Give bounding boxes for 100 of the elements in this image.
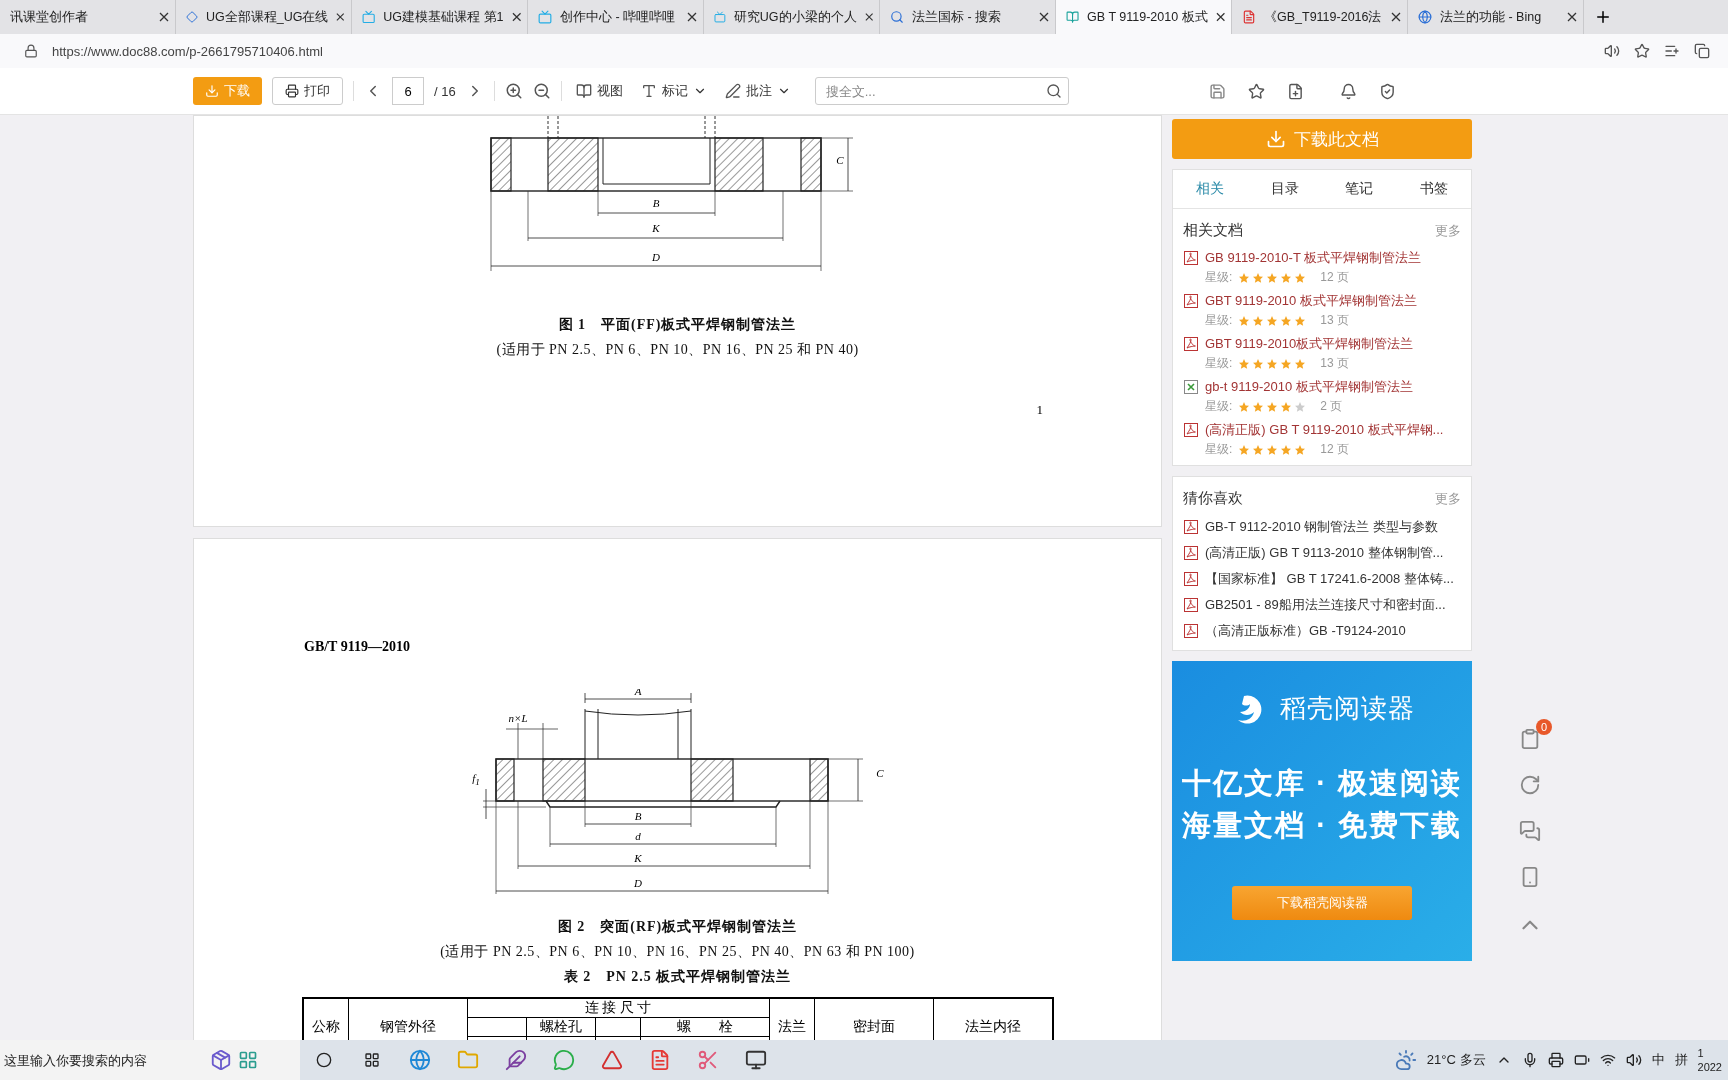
document-link[interactable]: (高清正版) GB T 9113-2010 整体钢制管... bbox=[1205, 544, 1444, 562]
pdf-icon bbox=[1183, 422, 1199, 438]
tv-icon bbox=[538, 10, 552, 24]
download-icon bbox=[205, 84, 219, 98]
document-link[interactable]: （高清正版标准）GB -T9124-2010 bbox=[1205, 622, 1406, 640]
mark-button[interactable]: 标记 bbox=[636, 82, 711, 100]
close-icon[interactable] bbox=[511, 12, 521, 22]
document-icon bbox=[649, 1049, 671, 1071]
annotate-button[interactable]: 批注 bbox=[720, 82, 795, 100]
figure-caption: 图 1 平面(FF)板式平焊钢制管法兰 bbox=[558, 316, 797, 334]
dimension-label: d bbox=[634, 830, 641, 842]
star-icon[interactable] bbox=[1634, 43, 1650, 59]
grid-icon bbox=[238, 1050, 258, 1070]
close-icon[interactable] bbox=[336, 12, 345, 22]
view-button[interactable]: 视图 bbox=[571, 82, 627, 100]
taskbar-search-field[interactable]: 这里输入你要搜索的内容 bbox=[2, 1051, 206, 1069]
book-icon bbox=[575, 83, 592, 99]
star-icon bbox=[1238, 443, 1251, 456]
document-link[interactable]: GBT 9119-2010板式平焊钢制管法兰 bbox=[1205, 335, 1414, 353]
star-icon bbox=[1294, 443, 1307, 456]
input-method-indicator[interactable]: 拼 bbox=[1674, 1051, 1688, 1069]
page-number: 1 bbox=[1036, 402, 1043, 418]
list-icon[interactable] bbox=[1664, 43, 1680, 59]
close-icon[interactable] bbox=[1391, 12, 1401, 22]
page-field[interactable]: 6 bbox=[392, 77, 424, 105]
dimension-label: K bbox=[633, 852, 642, 864]
section-title: 相关文档 bbox=[1183, 221, 1243, 240]
document-link[interactable]: GB2501 - 89船用法兰连接尺寸和密封面... bbox=[1205, 596, 1446, 614]
pdf-icon bbox=[1183, 571, 1199, 587]
search-box[interactable]: 搜全文... bbox=[814, 77, 1069, 105]
input-method-indicator[interactable]: 中 bbox=[1651, 1051, 1665, 1069]
bell-icon[interactable] bbox=[1339, 82, 1357, 100]
dimension-label: D bbox=[651, 251, 660, 263]
grid-icon bbox=[364, 1052, 380, 1068]
panel-tab[interactable]: 书签 bbox=[1396, 170, 1471, 208]
figure-caption: 图 2 突面(RF)板式平焊钢制管法兰 bbox=[557, 918, 798, 936]
zoom-out-icon[interactable] bbox=[532, 82, 551, 100]
book-icon bbox=[1066, 10, 1080, 24]
document-link[interactable]: gb-t 9119-2010 板式平焊钢制管法兰 bbox=[1205, 378, 1413, 396]
chat-icon bbox=[1519, 820, 1541, 842]
panel-tab[interactable]: 笔记 bbox=[1322, 170, 1397, 208]
tv-icon bbox=[714, 10, 726, 24]
new-tab-icon[interactable] bbox=[1594, 8, 1612, 26]
scissors-icon bbox=[697, 1049, 719, 1071]
star-icon bbox=[1294, 271, 1307, 284]
panel-tab[interactable]: 相关 bbox=[1173, 170, 1248, 208]
document-link[interactable]: GBT 9119-2010 板式平焊钢制管法兰 bbox=[1205, 292, 1417, 310]
close-icon[interactable] bbox=[1039, 12, 1049, 22]
browser-tab[interactable]: GB T 9119-2010 板式 bbox=[1056, 0, 1232, 34]
chat-button[interactable] bbox=[1519, 820, 1541, 842]
document-link[interactable]: GB-T 9112-2010 钢制管法兰 类型与参数 bbox=[1205, 518, 1438, 536]
cloud-sun-icon bbox=[1394, 1049, 1417, 1071]
star-icon bbox=[1238, 400, 1251, 413]
battery-icon[interactable] bbox=[1573, 1052, 1590, 1068]
circle-icon bbox=[316, 1052, 332, 1068]
star-icon bbox=[1266, 271, 1279, 284]
clipboard-button[interactable]: 0 bbox=[1519, 719, 1552, 750]
star-icon bbox=[1252, 357, 1265, 370]
volume-icon[interactable] bbox=[1604, 43, 1620, 59]
pen-icon bbox=[724, 83, 741, 99]
dimension-label: D bbox=[633, 877, 642, 889]
close-icon[interactable] bbox=[1215, 12, 1225, 22]
document-link[interactable]: 【国家标准】 GB T 17241.6-2008 整体铸... bbox=[1205, 570, 1454, 588]
ad-headline: 十亿文库 · 极速阅读 bbox=[1182, 766, 1462, 801]
star-icon bbox=[1280, 314, 1293, 327]
close-icon[interactable] bbox=[687, 12, 697, 22]
feather-icon bbox=[505, 1049, 527, 1071]
close-icon[interactable] bbox=[1567, 12, 1577, 22]
rating-label: 星级: bbox=[1205, 269, 1233, 286]
printer-icon[interactable] bbox=[1547, 1052, 1564, 1068]
page-count: 2 页 bbox=[1320, 398, 1343, 415]
star-icon[interactable] bbox=[1247, 82, 1265, 100]
wifi-icon[interactable] bbox=[1599, 1052, 1616, 1068]
swirl-icon bbox=[1519, 774, 1541, 796]
star-icon bbox=[1294, 400, 1307, 413]
close-icon[interactable] bbox=[159, 12, 169, 22]
globe-icon bbox=[409, 1049, 431, 1071]
dimension-label: n×L bbox=[507, 712, 527, 724]
panel-tab[interactable]: 目录 bbox=[1247, 170, 1322, 208]
volume-icon[interactable] bbox=[1625, 1052, 1642, 1068]
close-icon[interactable] bbox=[864, 12, 873, 22]
table-header-cell: 螺栓孔 bbox=[526, 1017, 596, 1037]
save-icon[interactable] bbox=[1208, 82, 1226, 100]
shield-icon[interactable] bbox=[1378, 82, 1396, 100]
star-icon bbox=[1280, 400, 1293, 413]
star-icon bbox=[1266, 314, 1279, 327]
pdf-icon bbox=[1183, 597, 1199, 613]
taskbar-search-box[interactable]: 这里输入你要搜索的内容 bbox=[0, 1040, 210, 1080]
copy-icon[interactable] bbox=[1694, 43, 1710, 59]
document-link[interactable]: (高清正版) GB T 9119-2010 板式平焊钢... bbox=[1205, 421, 1444, 439]
chat-icon bbox=[553, 1049, 575, 1071]
add-file-icon[interactable] bbox=[1286, 82, 1304, 100]
lock-icon bbox=[24, 44, 38, 58]
print-button[interactable]: 打印 bbox=[272, 77, 343, 105]
search-icon bbox=[1045, 83, 1062, 99]
logo-button[interactable] bbox=[1519, 774, 1541, 796]
dimension-label: K bbox=[651, 222, 660, 234]
document-link[interactable]: GB 9119-2010-T 板式平焊钢制管法兰 bbox=[1205, 249, 1422, 267]
zoom-in-icon[interactable] bbox=[504, 82, 523, 100]
star-icon bbox=[1252, 443, 1265, 456]
